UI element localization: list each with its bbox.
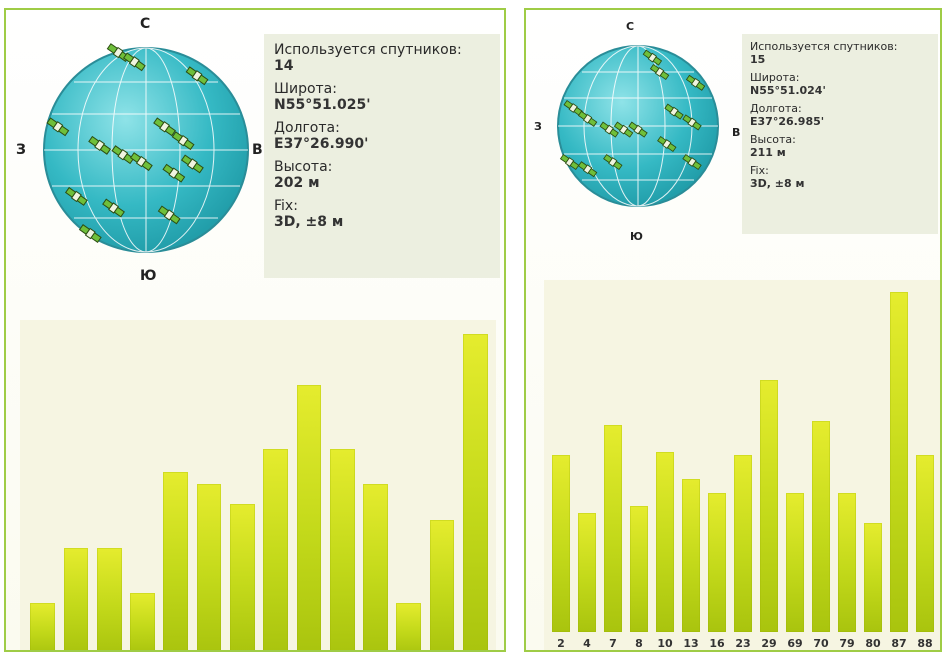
satellite-prn-label: 69 xyxy=(787,637,803,650)
compass-south-label: Ю xyxy=(140,268,157,284)
signal-bar xyxy=(655,451,675,632)
altitude-value: 202 м xyxy=(274,175,320,191)
satellite-prn-label: 87 xyxy=(891,637,907,650)
signal-bar xyxy=(915,455,935,632)
satellite-prn-label: 23 xyxy=(735,637,751,650)
satellite-prn-label: 70 xyxy=(813,637,829,650)
signal-bar xyxy=(603,424,623,632)
fix-value: 3D, ±8 м xyxy=(750,177,805,190)
satellite-prn-label: 4 xyxy=(583,637,591,650)
signal-bar xyxy=(681,479,701,632)
signal-bar xyxy=(863,523,883,632)
position-info-panel: Используется спутников: 14 Широта: N55°5… xyxy=(264,34,500,278)
signal-bar xyxy=(63,548,89,650)
compass-west-label: З xyxy=(534,120,542,133)
signal-bar xyxy=(811,421,831,632)
satellites-used-label: Используется спутников: xyxy=(750,40,898,53)
signal-bar xyxy=(707,492,727,632)
fix-label: Fix: xyxy=(750,164,769,177)
longitude-label: Долгота: xyxy=(750,102,802,115)
fix-value: 3D, ±8 м xyxy=(274,214,344,230)
longitude-value: E37°26.985' xyxy=(750,115,825,128)
signal-bar xyxy=(429,519,455,650)
signal-bar xyxy=(577,513,597,632)
signal-bar xyxy=(837,492,857,632)
latitude-value: N55°51.025' xyxy=(274,97,371,113)
gps-screen-left: С Ю З В Используется спутников: 14 Широт… xyxy=(4,8,506,652)
signal-bar xyxy=(30,602,55,650)
altitude-label: Высота: xyxy=(274,159,333,175)
compass-south-label: Ю xyxy=(630,230,643,243)
signal-bar xyxy=(230,503,255,650)
latitude-value: N55°51.024' xyxy=(750,84,826,97)
longitude-label: Долгота: xyxy=(274,120,340,136)
signal-bar xyxy=(889,292,909,632)
signal-bar xyxy=(296,385,322,650)
satellite-prn-label: 2 xyxy=(557,637,565,650)
longitude-value: E37°26.990' xyxy=(274,136,369,152)
signal-strength-chart xyxy=(20,320,496,650)
signal-strength-chart: 2 4 7 8 10 13 16 23 29 69 70 79 80 87 88 xyxy=(544,280,940,650)
compass-north-label: С xyxy=(626,20,635,33)
signal-bar xyxy=(396,602,422,650)
gps-screen-right: С Ю З В Используется спутников: 15 Широт… xyxy=(524,8,942,652)
signal-bar xyxy=(463,334,488,650)
satellite-prn-label: 79 xyxy=(839,637,855,650)
signal-bar xyxy=(263,449,288,650)
compass-north-label: С xyxy=(140,16,151,32)
satellites-used-value: 15 xyxy=(750,53,766,66)
fix-label: Fix: xyxy=(274,198,298,214)
sky-view xyxy=(557,45,719,207)
signal-bar xyxy=(196,484,222,650)
signal-bar xyxy=(785,492,805,632)
satellite-prn-label: 10 xyxy=(657,637,673,650)
altitude-value: 211 м xyxy=(750,146,786,159)
signal-bar xyxy=(759,380,779,632)
signal-bar xyxy=(629,506,649,632)
compass-west-label: З xyxy=(16,142,26,158)
signal-bar xyxy=(329,449,355,650)
altitude-label: Высота: xyxy=(750,133,796,146)
satellite-prn-label: 88 xyxy=(917,637,933,650)
compass-east-label: В xyxy=(252,142,263,158)
satellites-used-label: Используется спутников: xyxy=(274,42,462,58)
signal-bar xyxy=(733,455,753,632)
signal-bar xyxy=(96,548,122,650)
satellite-prn-label: 7 xyxy=(609,637,617,650)
satellites-used-value: 14 xyxy=(274,58,294,74)
latitude-label: Широта: xyxy=(750,71,800,84)
satellite-prn-label: 80 xyxy=(865,637,881,650)
signal-bar xyxy=(130,593,155,650)
signal-bar xyxy=(363,484,388,650)
signal-bar xyxy=(551,455,571,632)
satellite-prn-label: 16 xyxy=(709,637,725,650)
satellite-prn-label: 13 xyxy=(683,637,699,650)
satellite-prn-label: 29 xyxy=(761,637,777,650)
satellite-prn-label: 8 xyxy=(635,637,643,650)
compass-east-label: В xyxy=(732,126,741,139)
signal-bar xyxy=(163,471,189,650)
latitude-label: Широта: xyxy=(274,81,337,97)
position-info-panel: Используется спутников: 15 Широта: N55°5… xyxy=(742,34,938,234)
sky-view xyxy=(43,43,249,253)
